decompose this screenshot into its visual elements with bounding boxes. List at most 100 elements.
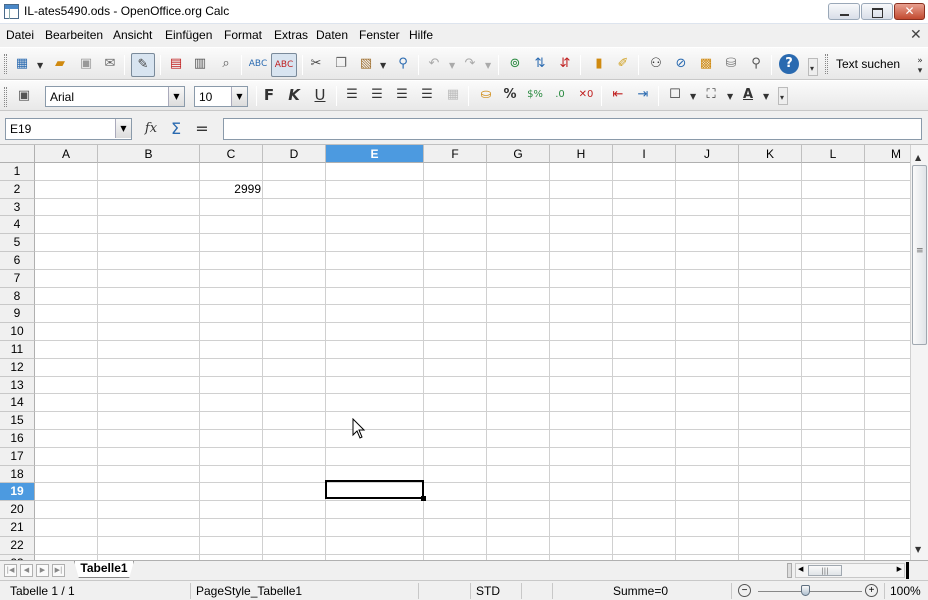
sort-ascending-icon[interactable]: ⇅ bbox=[530, 54, 550, 74]
cut-icon[interactable]: ✂ bbox=[306, 54, 326, 74]
print-icon[interactable]: ▥ bbox=[190, 54, 210, 74]
font-color-dropdown-arrow[interactable]: ▼ bbox=[763, 92, 769, 101]
page-preview-icon[interactable]: ⌕ bbox=[216, 54, 236, 74]
borders-icon[interactable]: ☐ bbox=[665, 85, 685, 105]
menu-extras[interactable]: Extras bbox=[274, 28, 308, 42]
scroll-right-icon[interactable]: ▶ bbox=[897, 565, 902, 573]
format-paintbrush-icon[interactable]: ⚲ bbox=[393, 54, 413, 74]
zoom-slider-track[interactable] bbox=[758, 591, 862, 592]
row-header-2[interactable]: 2 bbox=[0, 180, 35, 199]
menu-daten[interactable]: Daten bbox=[316, 28, 348, 42]
row-header-7[interactable]: 7 bbox=[0, 269, 35, 288]
column-header-d[interactable]: D bbox=[263, 145, 326, 163]
function-icon[interactable]: = bbox=[192, 119, 212, 139]
menu-ansicht[interactable]: Ansicht bbox=[113, 28, 152, 42]
row-header-17[interactable]: 17 bbox=[0, 447, 35, 466]
select-all-corner[interactable] bbox=[0, 145, 35, 163]
first-sheet-icon[interactable]: |◀ bbox=[4, 564, 17, 577]
row-header-11[interactable]: 11 bbox=[0, 341, 35, 359]
background-color-icon[interactable]: ⛶ bbox=[701, 85, 721, 105]
search-toolbar-more-icon[interactable]: » ▾ bbox=[914, 56, 926, 76]
row-header-12[interactable]: 12 bbox=[0, 358, 35, 377]
underline-icon[interactable]: U bbox=[310, 85, 330, 105]
italic-icon[interactable]: K bbox=[284, 85, 304, 105]
close-document-icon[interactable]: ✕ bbox=[910, 27, 922, 43]
active-cell-cursor[interactable] bbox=[325, 480, 426, 501]
zoom-out-icon[interactable]: − bbox=[738, 584, 751, 597]
zoom-in-icon[interactable]: + bbox=[865, 584, 878, 597]
column-header-e[interactable]: E bbox=[326, 145, 424, 163]
increase-indent-icon[interactable]: ⇥ bbox=[633, 85, 653, 105]
autospellcheck-button[interactable]: ABC bbox=[271, 53, 297, 77]
background-dropdown-arrow[interactable]: ▼ bbox=[727, 92, 733, 101]
font-size-combo[interactable]: 10 ▼ bbox=[194, 86, 248, 107]
column-header-c[interactable]: C bbox=[200, 145, 263, 163]
column-header-h[interactable]: H bbox=[550, 145, 613, 163]
draw-functions-icon[interactable]: ✐ bbox=[613, 54, 633, 74]
vertical-scroll-thumb[interactable] bbox=[912, 165, 927, 345]
chart-icon[interactable]: ▮ bbox=[589, 54, 609, 74]
spellcheck-icon[interactable]: ABC bbox=[248, 54, 268, 74]
currency-format-icon[interactable]: ⛀ bbox=[476, 85, 496, 105]
scroll-left-icon[interactable]: ◀ bbox=[798, 565, 803, 573]
menu-einfuegen[interactable]: Einfügen bbox=[165, 28, 212, 42]
selection-mode[interactable]: STD bbox=[476, 584, 500, 598]
redo-icon[interactable]: ↷ bbox=[460, 54, 480, 74]
zoom-icon[interactable]: ⚲ bbox=[746, 54, 766, 74]
copy-icon[interactable]: ❐ bbox=[331, 54, 351, 74]
font-name-combo[interactable]: Arial ▼ bbox=[45, 86, 185, 107]
sum-icon[interactable]: Σ bbox=[166, 119, 186, 139]
navigator-icon[interactable]: ⊘ bbox=[671, 54, 691, 74]
scroll-down-icon[interactable]: ▼ bbox=[915, 545, 921, 554]
prev-sheet-icon[interactable]: ◀ bbox=[20, 564, 33, 577]
borders-dropdown-arrow[interactable]: ▼ bbox=[690, 92, 696, 101]
cell-c2[interactable]: 2999 bbox=[200, 181, 262, 198]
column-header-b[interactable]: B bbox=[98, 145, 200, 163]
horizontal-scroll-thumb[interactable]: ||| bbox=[808, 565, 842, 576]
minimize-button[interactable] bbox=[828, 3, 860, 20]
row-header-19[interactable]: 19 bbox=[0, 483, 35, 502]
function-wizard-icon[interactable]: fx bbox=[141, 119, 161, 139]
chevron-down-icon[interactable]: ▼ bbox=[168, 87, 184, 106]
row-header-3[interactable]: 3 bbox=[0, 198, 35, 217]
merge-cells-icon[interactable]: ▦ bbox=[443, 85, 463, 105]
help-icon[interactable]: ? bbox=[779, 54, 799, 74]
toolbar-grip[interactable] bbox=[4, 54, 7, 74]
undo-icon[interactable]: ↶ bbox=[424, 54, 444, 74]
font-color-icon[interactable]: A bbox=[738, 85, 758, 105]
spreadsheet-grid[interactable]: ABCDEFGHIJKLM 1 2 3 4 5 6 7 8 9 10 11 12 13 14 15 16 17 1… bbox=[0, 145, 910, 560]
horizontal-splitter[interactable] bbox=[906, 562, 909, 579]
column-header-k[interactable]: K bbox=[739, 145, 802, 163]
percent-format-icon[interactable]: % bbox=[500, 85, 520, 105]
new-dropdown-arrow[interactable]: ▼ bbox=[37, 61, 43, 70]
column-header-m[interactable]: M bbox=[865, 145, 910, 163]
menu-datei[interactable]: Datei bbox=[6, 28, 34, 42]
toolbar-overflow-button[interactable]: ▾ bbox=[778, 87, 788, 105]
row-header-13[interactable]: 13 bbox=[0, 376, 35, 395]
row-header-8[interactable]: 8 bbox=[0, 287, 35, 306]
search-text-button[interactable]: Text suchen bbox=[836, 57, 900, 71]
row-header-14[interactable]: 14 bbox=[0, 394, 35, 413]
next-sheet-icon[interactable]: ▶ bbox=[36, 564, 49, 577]
column-header-f[interactable]: F bbox=[424, 145, 487, 163]
vertical-scrollbar[interactable]: ▲ ▼ bbox=[910, 145, 928, 560]
column-header-i[interactable]: I bbox=[613, 145, 676, 163]
menu-bearbeiten[interactable]: Bearbeiten bbox=[45, 28, 103, 42]
menu-fenster[interactable]: Fenster bbox=[359, 28, 400, 42]
toolbar-grip[interactable] bbox=[4, 87, 7, 107]
scroll-up-icon[interactable]: ▲ bbox=[915, 153, 921, 162]
menu-format[interactable]: Format bbox=[224, 28, 262, 42]
styles-formatting-icon[interactable]: ▣ bbox=[14, 86, 34, 106]
sort-descending-icon[interactable]: ⇵ bbox=[555, 54, 575, 74]
hyperlink-icon[interactable]: ⊚ bbox=[505, 54, 525, 74]
row-header-21[interactable]: 21 bbox=[0, 519, 35, 537]
column-header-l[interactable]: L bbox=[802, 145, 865, 163]
row-header-6[interactable]: 6 bbox=[0, 252, 35, 270]
paste-dropdown-arrow[interactable]: ▼ bbox=[380, 61, 386, 70]
paste-icon[interactable]: ▧ bbox=[356, 54, 376, 74]
decrease-indent-icon[interactable]: ⇤ bbox=[608, 85, 628, 105]
formula-input[interactable] bbox=[223, 118, 922, 140]
chevron-down-icon[interactable]: ▼ bbox=[115, 119, 131, 138]
standard-format-icon[interactable]: $% bbox=[525, 85, 545, 105]
zoom-level[interactable]: 100% bbox=[890, 584, 921, 598]
